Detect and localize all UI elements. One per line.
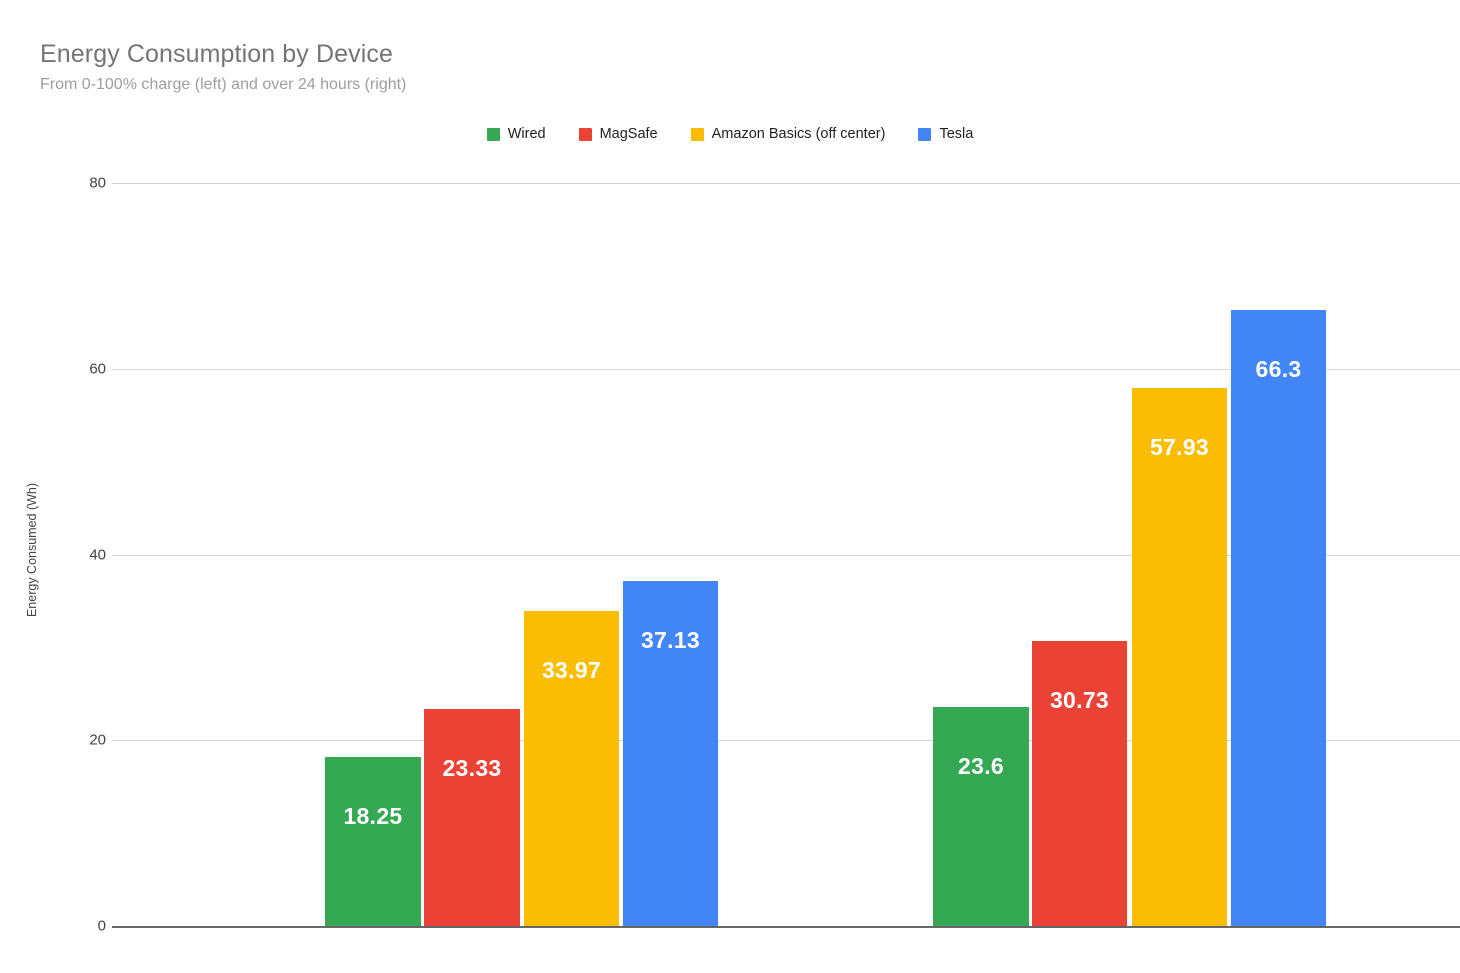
bar[interactable]: 18.25 (325, 756, 421, 926)
bar-value-label: 23.33 (442, 755, 502, 782)
bar[interactable]: 23.6 (933, 706, 1029, 926)
bar[interactable]: 23.33 (424, 709, 520, 926)
bar-value-label: 57.93 (1149, 433, 1210, 460)
bar-value-label: 18.25 (343, 802, 403, 829)
y-axis-tick-label: 60 (89, 360, 106, 378)
bar[interactable]: 33.97 (524, 610, 619, 926)
bar[interactable]: 66.3 (1231, 310, 1326, 926)
bar-value-label: 37.13 (640, 627, 701, 654)
bar-value-label: 66.3 (1255, 356, 1302, 383)
y-axis-tick-label: 20 (89, 731, 106, 749)
bar[interactable]: 57.93 (1132, 387, 1227, 926)
bar[interactable]: 37.13 (623, 581, 718, 926)
bar-value-label: 23.6 (958, 752, 1004, 779)
gridline (112, 183, 1460, 184)
bar[interactable]: 30.73 (1032, 640, 1127, 926)
x-axis-line (112, 926, 1460, 928)
y-axis-tick-label: 0 (97, 917, 106, 935)
bar-value-label: 33.97 (541, 656, 602, 683)
plot-area: Energy Consumed (Wh) 0 20 40 60 80 18.25 23.33… (0, 0, 1460, 973)
y-axis-tick-label: 80 (89, 174, 106, 192)
y-axis-tick-label: 40 (89, 546, 106, 563)
bar-value-label: 30.73 (1049, 686, 1110, 713)
